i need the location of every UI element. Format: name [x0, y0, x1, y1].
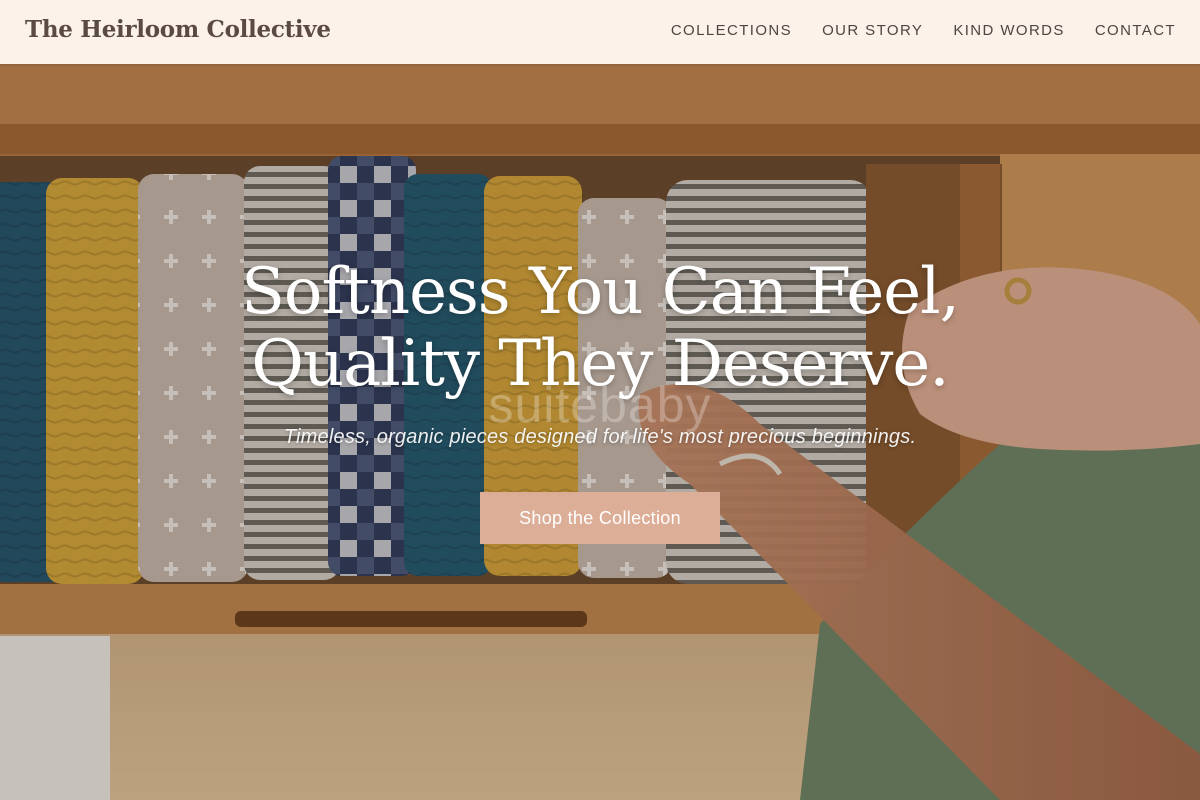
shop-collection-button[interactable]: Shop the Collection [480, 492, 720, 544]
nav-item-kind-words[interactable]: KIND WORDS [953, 22, 1065, 39]
hero-section: Softness You Can Feel, Quality They Dese… [0, 64, 1200, 800]
site-header: The Heirloom Collective COLLECTIONS OUR … [0, 0, 1200, 64]
hero-headline-line1: Softness You Can Feel, [241, 255, 960, 329]
nav-item-collections[interactable]: COLLECTIONS [671, 22, 792, 39]
brand-logo[interactable]: The Heirloom Collective [25, 16, 331, 43]
page: The Heirloom Collective COLLECTIONS OUR … [0, 0, 1200, 800]
main-nav: COLLECTIONS OUR STORY KIND WORDS CONTACT [671, 22, 1176, 39]
nav-item-contact[interactable]: CONTACT [1095, 22, 1176, 39]
hero-tagline: Timeless, organic pieces designed for li… [283, 426, 917, 448]
nav-item-our-story[interactable]: OUR STORY [822, 22, 923, 39]
hero-content: Softness You Can Feel, Quality They Dese… [0, 64, 1200, 800]
